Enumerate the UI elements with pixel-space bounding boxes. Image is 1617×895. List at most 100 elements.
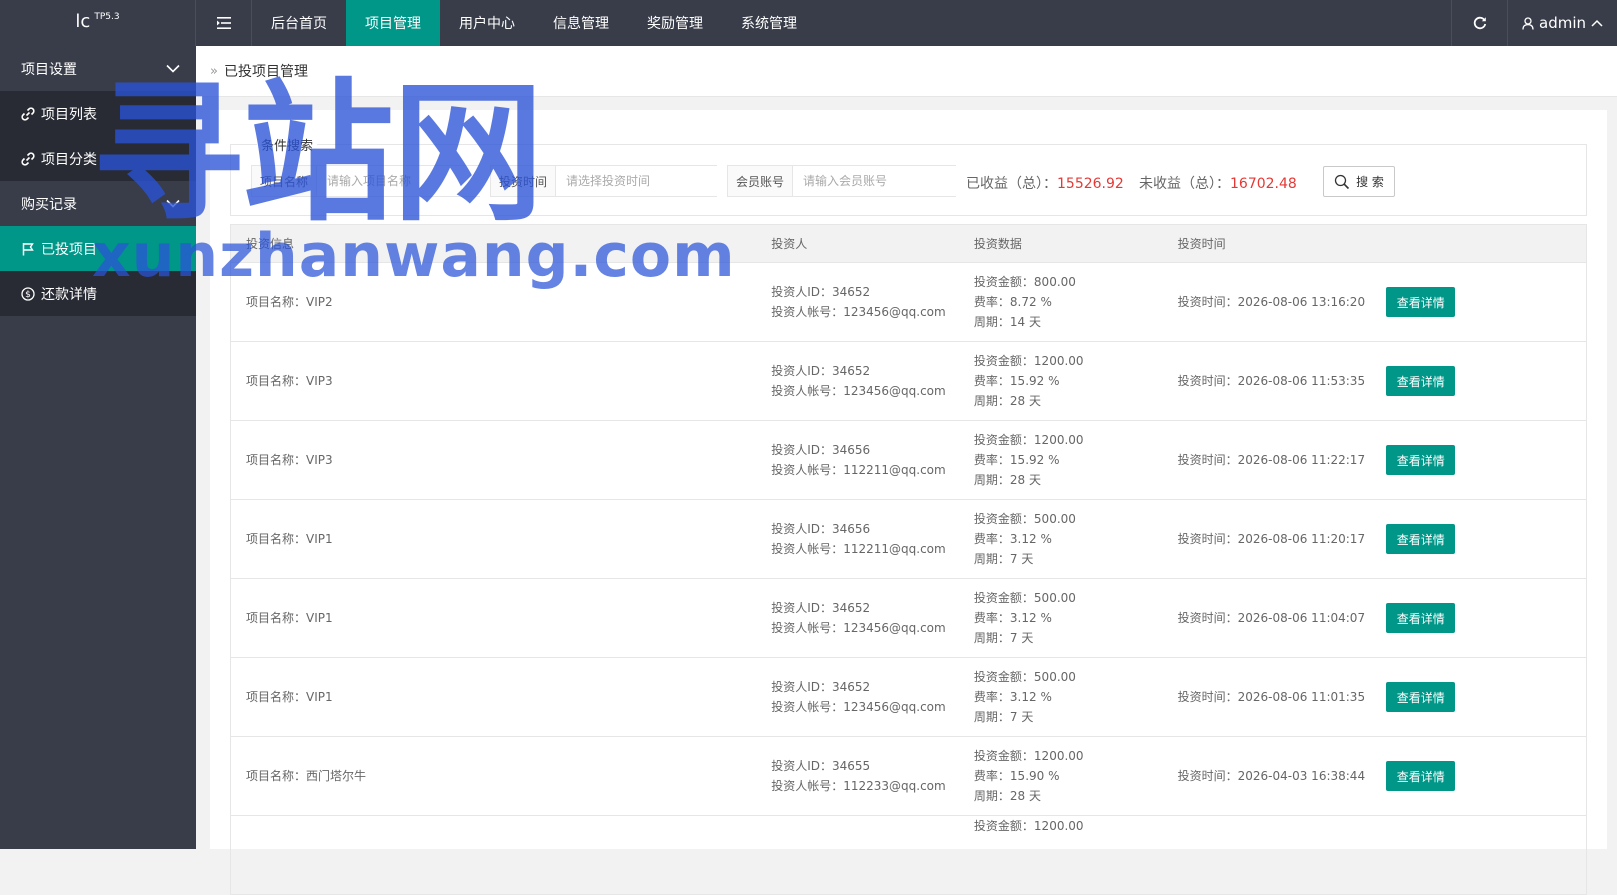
invest-time-input[interactable] — [556, 166, 723, 196]
search-button-label: 搜 索 — [1356, 175, 1384, 189]
invest-data: 投资金额：800.00 费率：8.72 % 周期：14 天 — [974, 272, 1178, 332]
view-detail-button[interactable]: 查看详情 — [1386, 524, 1456, 554]
nav-home[interactable]: 后台首页 — [252, 0, 346, 46]
sidebar-item-label: 项目分类 — [41, 151, 97, 168]
investor-info: 投资人ID：34655 投资人帐号：112233@qq.com — [771, 756, 974, 796]
invest-time: 投资时间：2026-08-06 11:53:35 — [1177, 374, 1366, 388]
investor-id: 投资人ID：34656 — [771, 443, 871, 457]
breadcrumb: » 已投项目管理 — [196, 46, 1617, 97]
breadcrumb-current: 已投项目管理 — [223, 64, 308, 80]
investor-info: 投资人ID：34652 投资人帐号：123456@qq.com — [771, 282, 974, 322]
top-nav: 后台首页 项目管理 用户中心 信息管理 奖励管理 系统管理 — [252, 0, 816, 46]
unearned-value: 16702.48 — [1230, 176, 1297, 192]
nav-user-center[interactable]: 用户中心 — [440, 0, 534, 46]
sidebar-group-purchase-records[interactable]: 购买记录 — [0, 181, 196, 226]
top-header: lc TP5.3 后台首页 项目管理 用户中心 信息管理 奖励管理 系统管理 a… — [0, 0, 1617, 46]
row-actions: 查看详情 — [1386, 445, 1586, 475]
invest-time-label: 投资时间 — [491, 166, 557, 196]
header-right: admin — [1451, 0, 1617, 46]
search-icon — [1334, 174, 1350, 189]
sidebar-item-repayment-details[interactable]: $ 还款详情 — [0, 271, 196, 316]
col-header-invest-time: 投资时间 — [1177, 237, 1226, 251]
sidebar-item-label: 还款详情 — [41, 286, 97, 303]
table-row: 项目名称：VIP2 投资人ID：34652 投资人帐号：123456@qq.com 投… — [231, 263, 1586, 342]
table-row: 项目名称：VIP3 投资人ID：34652 投资人帐号：123456@qq.com 投… — [231, 342, 1586, 421]
investor-account: 投资人帐号：123456@qq.com — [771, 621, 946, 635]
investor-id: 投资人ID：34656 — [771, 522, 871, 536]
sidebar-item-invested-projects[interactable]: 已投项目 — [0, 226, 196, 271]
invest-data: 投资金额：500.00 费率：3.12 % 周期：7 天 — [974, 588, 1178, 648]
search-button[interactable]: 搜 索 — [1323, 166, 1395, 197]
invest-amount: 投资金额：500.00 — [973, 512, 1076, 526]
table-row: 项目名称：西门塔尔牛 投资人ID：34655 投资人帐号：112233@qq.com… — [231, 737, 1586, 816]
invest-period: 周期：28 天 — [973, 789, 1042, 803]
main-content: 条件搜索 项目名称 投资时间 会员账号 已收益（总）：15526.92 未收益（… — [210, 110, 1607, 895]
nav-system-management[interactable]: 系统管理 — [722, 0, 816, 46]
sidebar-toggle-button[interactable] — [196, 0, 252, 46]
view-detail-button[interactable]: 查看详情 — [1386, 682, 1456, 712]
view-detail-button[interactable]: 查看详情 — [1386, 445, 1456, 475]
view-detail-button[interactable]: 查看详情 — [1386, 287, 1456, 317]
project-name: 项目名称：VIP1 — [246, 611, 333, 625]
table-row: 项目名称：VIP3 投资人ID：34656 投资人帐号：112211@qq.com 投… — [231, 421, 1586, 500]
project-name-filter: 项目名称 — [251, 165, 488, 197]
project-name: 项目名称：VIP3 — [246, 453, 333, 467]
invest-amount: 投资金额：500.00 — [973, 670, 1076, 684]
member-account-label: 会员账号 — [728, 166, 794, 196]
invest-data: 投资金额：1200.00 — [974, 816, 1178, 836]
invest-time: 投资时间：2026-08-06 11:01:35 — [1177, 690, 1366, 704]
member-account-input[interactable] — [793, 166, 962, 196]
sidebar-item-label: 项目列表 — [41, 106, 97, 123]
investor-id: 投资人ID：34652 — [771, 364, 871, 378]
invest-data: 投资金额：1200.00 费率：15.92 % 周期：28 天 — [974, 430, 1178, 490]
filter-legend: 条件搜索 — [257, 135, 318, 154]
project-name-input[interactable] — [317, 166, 488, 196]
nav-project-management[interactable]: 项目管理 — [346, 0, 440, 46]
nav-info-management[interactable]: 信息管理 — [534, 0, 628, 46]
row-actions: 查看详情 — [1386, 682, 1586, 712]
table-row: 项目名称：VIP1 投资人ID：34652 投资人帐号：123456@qq.com 投… — [231, 658, 1586, 737]
investor-account: 投资人帐号：123456@qq.com — [771, 384, 946, 398]
row-actions: 查看详情 — [1386, 603, 1586, 633]
sidebar-item-project-category[interactable]: 项目分类 — [0, 136, 196, 181]
logo: lc TP5.3 — [0, 0, 196, 46]
invest-rate: 费率：15.90 % — [973, 769, 1060, 783]
sidebar-item-project-list[interactable]: 项目列表 — [0, 91, 196, 136]
sidebar: 项目设置 项目列表 项目分类 购买记录 已投项目 $ 还款详情 — [0, 46, 196, 849]
view-detail-button[interactable]: 查看详情 — [1386, 761, 1456, 791]
filter-panel: 条件搜索 项目名称 投资时间 会员账号 已收益（总）：15526.92 未收益（… — [230, 135, 1587, 216]
invest-amount: 投资金额：1200.00 — [973, 819, 1084, 833]
user-menu[interactable]: admin — [1507, 0, 1617, 46]
investor-account: 投资人帐号：112233@qq.com — [771, 779, 946, 793]
member-account-filter: 会员账号 — [727, 165, 962, 197]
invest-data: 投资金额：1200.00 费率：15.92 % 周期：28 天 — [974, 351, 1178, 411]
unearned-label: 未收益（总）： — [1139, 176, 1230, 192]
logo-text: lc — [75, 11, 91, 32]
view-detail-button[interactable]: 查看详情 — [1386, 366, 1456, 396]
user-icon — [1522, 16, 1534, 30]
refresh-button[interactable] — [1451, 0, 1507, 46]
row-actions: 查看详情 — [1386, 287, 1586, 317]
row-actions: 查看详情 — [1386, 761, 1586, 791]
table-row: 项目名称：VIP1 投资人ID：34652 投资人帐号：123456@qq.com 投… — [231, 579, 1586, 658]
sidebar-group-label: 项目设置 — [21, 61, 77, 78]
invest-time: 投资时间：2026-08-06 11:04:07 — [1177, 611, 1366, 625]
version-badge: TP5.3 — [94, 12, 120, 22]
table-row: 投资金额：1200.00 — [231, 816, 1586, 895]
table-header: 投资信息 投资人 投资数据 投资时间 — [231, 225, 1586, 263]
project-name: 项目名称：VIP2 — [246, 295, 333, 309]
investor-info: 投资人ID：34656 投资人帐号：112211@qq.com — [771, 519, 974, 559]
view-detail-button[interactable]: 查看详情 — [1386, 603, 1456, 633]
col-header-investor: 投资人 — [771, 237, 808, 251]
sidebar-group-project-settings[interactable]: 项目设置 — [0, 46, 196, 91]
invest-period: 周期：28 天 — [973, 394, 1042, 408]
invest-time: 投资时间：2026-04-03 16:38:44 — [1177, 769, 1366, 783]
chevron-down-icon — [166, 199, 180, 208]
invest-rate: 费率：8.72 % — [973, 295, 1052, 309]
invest-period: 周期：14 天 — [973, 315, 1042, 329]
earned-label: 已收益（总）： — [966, 176, 1057, 192]
chevron-up-icon — [1591, 19, 1603, 27]
invest-period: 周期：7 天 — [973, 631, 1034, 645]
invest-amount: 投资金额：800.00 — [973, 275, 1076, 289]
nav-reward-management[interactable]: 奖励管理 — [628, 0, 722, 46]
